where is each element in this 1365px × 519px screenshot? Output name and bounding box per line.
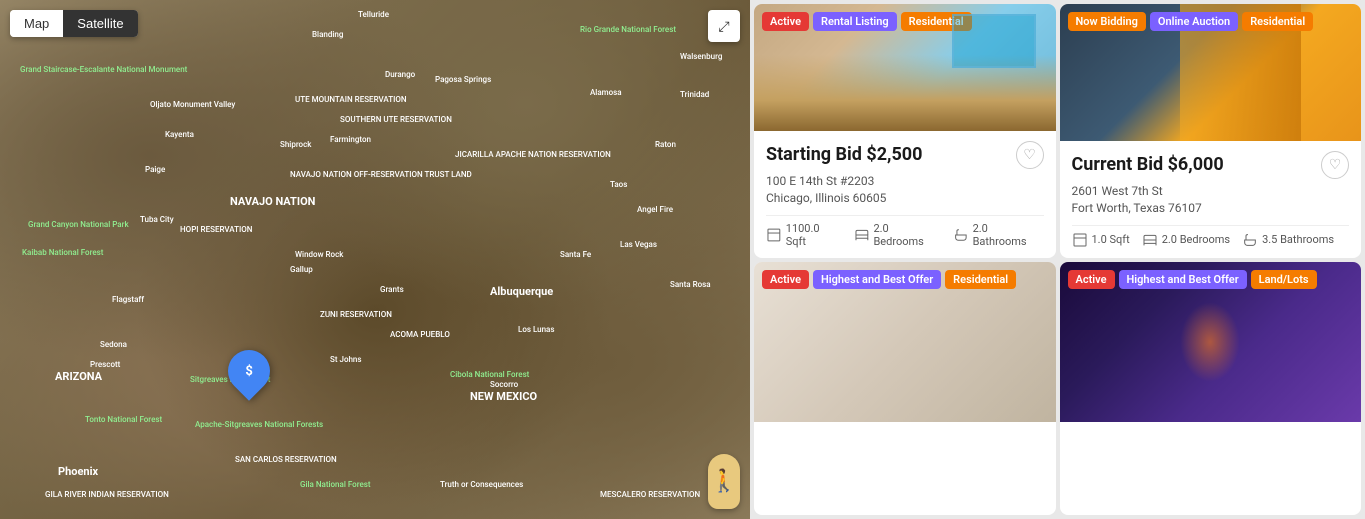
badge-active: Active — [762, 270, 809, 289]
badge-row-2: Now BiddingOnline AuctionResidential — [1068, 12, 1314, 31]
badge-residential: Residential — [945, 270, 1016, 289]
listing-card-3[interactable]: ActiveHighest and Best OfferResidential — [754, 262, 1056, 516]
listing-image-1: ActiveRental ListingResidential — [754, 4, 1056, 131]
favorite-button-1[interactable]: ♡ — [1016, 141, 1044, 169]
listing-card-4[interactable]: ActiveHighest and Best OfferLand/Lots — [1060, 262, 1362, 516]
street-view-icon[interactable]: 🚶 — [708, 454, 740, 509]
bathrooms-value-1: 2.0 Bathrooms — [973, 222, 1044, 248]
badge-residential: Residential — [901, 12, 972, 31]
bedrooms-value-2: 2.0 Bedrooms — [1162, 233, 1230, 246]
badge-row-3: ActiveHighest and Best OfferResidential — [762, 270, 1016, 289]
map-background — [0, 0, 750, 519]
badge-highest-and-best-offer: Highest and Best Offer — [1119, 270, 1247, 289]
badge-active: Active — [762, 12, 809, 31]
favorite-button-2[interactable]: ♡ — [1321, 151, 1349, 179]
map-pin-dollar: $ — [245, 364, 252, 379]
badge-row-4: ActiveHighest and Best OfferLand/Lots — [1068, 270, 1317, 289]
sqft-feature-2: 1.0 Sqft — [1072, 232, 1130, 248]
map-section: Grand Staircase-Escalante National Monum… — [0, 0, 750, 519]
bedrooms-feature-1: 2.0 Bedrooms — [854, 222, 941, 248]
bedrooms-feature-2: 2.0 Bedrooms — [1142, 232, 1230, 248]
listing-info-1: Starting Bid $2,500 ♡ 100 E 14th St #2203C… — [754, 131, 1056, 258]
badge-row-1: ActiveRental ListingResidential — [762, 12, 972, 31]
bed-icon — [1142, 232, 1158, 248]
badge-residential: Residential — [1242, 12, 1313, 31]
listing-image-4: ActiveHighest and Best OfferLand/Lots — [1060, 262, 1362, 422]
map-pin[interactable]: $ — [228, 350, 270, 392]
listing-card-2[interactable]: Now BiddingOnline AuctionResidential Curr… — [1060, 4, 1362, 258]
map-controls: Map Satellite — [10, 10, 138, 37]
badge-now-bidding: Now Bidding — [1068, 12, 1146, 31]
sqft-icon — [766, 227, 782, 243]
bathrooms-feature-2: 3.5 Bathrooms — [1242, 232, 1334, 248]
sqft-icon — [1072, 232, 1088, 248]
listing-address-1: 100 E 14th St #2203Chicago, Illinois 606… — [766, 173, 1044, 207]
bathrooms-value-2: 3.5 Bathrooms — [1262, 233, 1334, 246]
badge-online-auction: Online Auction — [1150, 12, 1238, 31]
bathrooms-feature-1: 2.0 Bathrooms — [953, 222, 1044, 248]
listing-info-2: Current Bid $6,000 ♡ 2601 West 7th StFort … — [1060, 141, 1362, 258]
divider-1 — [766, 215, 1044, 216]
expand-map-button[interactable]: ⤢ — [708, 10, 740, 42]
listings-section: ActiveRental ListingResidentialStarting … — [750, 0, 1365, 519]
listing-address-2: 2601 West 7th StFort Worth, Texas 76107 — [1072, 183, 1350, 217]
expand-icon: ⤢ — [718, 18, 729, 35]
bath-icon — [1242, 232, 1258, 248]
price-row-2: Current Bid $6,000 ♡ — [1072, 151, 1350, 179]
listing-price-1: Starting Bid $2,500 — [766, 144, 922, 165]
badge-active: Active — [1068, 270, 1115, 289]
map-tab-map[interactable]: Map — [10, 10, 63, 37]
badge-rental-listing: Rental Listing — [813, 12, 897, 31]
bedrooms-value-1: 2.0 Bedrooms — [873, 222, 940, 248]
map-container[interactable]: Grand Staircase-Escalante National Monum… — [0, 0, 750, 519]
sqft-value-2: 1.0 Sqft — [1092, 233, 1130, 246]
bed-icon — [854, 227, 870, 243]
badge-highest-and-best-offer: Highest and Best Offer — [813, 270, 941, 289]
listing-features-1: 1100.0 Sqft 2.0 Bedrooms 2.0 Bathrooms — [766, 222, 1044, 248]
listing-features-2: 1.0 Sqft 2.0 Bedrooms 3.5 Bathrooms — [1072, 232, 1350, 248]
map-pin-circle: $ — [219, 341, 278, 400]
bath-icon — [953, 227, 969, 243]
listing-image-3: ActiveHighest and Best OfferResidential — [754, 262, 1056, 422]
map-tab-satellite[interactable]: Satellite — [63, 10, 137, 37]
person-icon: 🚶 — [710, 469, 737, 494]
listing-price-2: Current Bid $6,000 — [1072, 154, 1224, 175]
badge-land/lots: Land/Lots — [1251, 270, 1317, 289]
price-row-1: Starting Bid $2,500 ♡ — [766, 141, 1044, 169]
divider-2 — [1072, 225, 1350, 226]
listing-image-2: Now BiddingOnline AuctionResidential — [1060, 4, 1362, 141]
listing-card-1[interactable]: ActiveRental ListingResidential Starting … — [754, 4, 1056, 258]
sqft-value-1: 1100.0 Sqft — [786, 222, 842, 248]
sqft-feature-1: 1100.0 Sqft — [766, 222, 842, 248]
